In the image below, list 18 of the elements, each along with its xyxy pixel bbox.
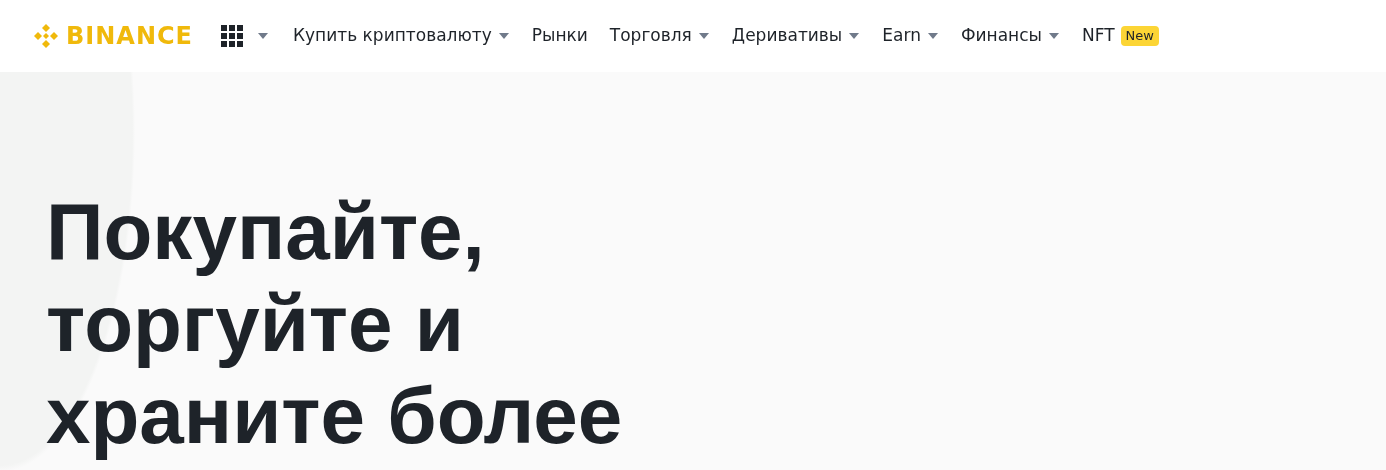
hero-headline: Покупайте, торгуйте и храните более — [46, 186, 623, 462]
apps-menu-button[interactable] — [221, 25, 269, 47]
caret-icon — [926, 32, 939, 40]
caret-icon — [697, 32, 710, 40]
caret-icon — [1048, 32, 1060, 40]
nav-link[interactable]: Финансы — [960, 23, 1060, 49]
nav-link[interactable]: NFT New — [1082, 23, 1159, 49]
nav-link[interactable]: Earn — [882, 23, 939, 49]
caret-icon — [257, 32, 269, 40]
nav-link[interactable]: Деривативы — [731, 23, 861, 49]
diamond-logo-icon — [32, 22, 60, 50]
nav-link[interactable]: Рынки — [531, 23, 588, 49]
nav-link[interactable]: Купить криптовалюту — [293, 23, 510, 49]
nav-link[interactable]: Торговля — [609, 23, 710, 49]
caret-icon — [497, 32, 510, 40]
caret-icon — [848, 32, 861, 40]
grid-icon — [221, 25, 243, 47]
new-badge: New — [1120, 26, 1159, 46]
